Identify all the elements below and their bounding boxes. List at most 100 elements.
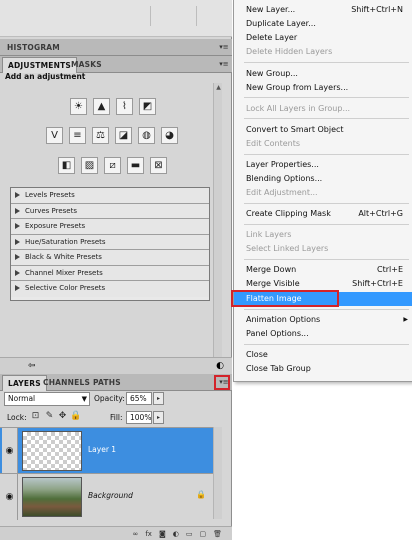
photo-filter-icon[interactable]: ◍ [138, 127, 155, 144]
expand-triangle-icon[interactable] [15, 238, 20, 245]
preset-label: Hue/Saturation Presets [25, 237, 106, 246]
panel-menu-icon[interactable]: ▾≡ [219, 60, 229, 69]
layer-name[interactable]: Layer 1 [88, 445, 116, 454]
menu-item-duplicate-layer[interactable]: Duplicate Layer... [234, 17, 412, 31]
menu-item-shortcut: Shift+Ctrl+E [352, 279, 403, 288]
new-adjustment-layer-icon[interactable]: ◐ [173, 530, 179, 538]
visibility-eye-icon[interactable]: ◉ [2, 428, 18, 474]
menu-item-label: Lock All Layers in Group... [246, 104, 351, 113]
adjustment-icon-row-1: ☀ ▲ ⌇ ◩ [70, 98, 156, 115]
expand-triangle-icon[interactable] [15, 285, 20, 291]
preset-selective-color[interactable]: Selective Color Presets [11, 281, 209, 297]
tab-masks[interactable]: MASKS [66, 57, 107, 73]
menu-item-close-tab-group[interactable]: Close Tab Group [234, 362, 412, 376]
preset-channel-mixer[interactable]: Channel Mixer Presets [11, 265, 209, 281]
lock-all-icon[interactable]: 🔒 [70, 411, 81, 422]
tab-paths[interactable]: PATHS [88, 375, 126, 391]
preset-hue-saturation[interactable]: Hue/Saturation Presets [11, 234, 209, 250]
color-balance-icon[interactable]: ⚖ [92, 127, 109, 144]
menu-item-new-group[interactable]: New Group... [234, 67, 412, 81]
preset-levels[interactable]: Levels Presets [11, 188, 209, 204]
threshold-icon[interactable]: ⧄ [104, 157, 121, 174]
new-group-icon[interactable]: ▭ [186, 530, 193, 538]
menu-item-label: Edit Adjustment... [246, 188, 318, 197]
vibrance-icon[interactable]: V [46, 127, 63, 144]
expand-triangle-icon[interactable] [15, 223, 20, 229]
preset-exposure[interactable]: Exposure Presets [11, 219, 209, 235]
menu-item-delete-layer[interactable]: Delete Layer [234, 31, 412, 45]
return-to-list-icon[interactable]: ⇦ [28, 361, 36, 371]
menu-item-label: Panel Options... [246, 329, 309, 338]
lock-pixels-icon[interactable]: ✎ [44, 411, 55, 422]
fill-input[interactable]: 100% [126, 411, 152, 424]
lock-position-icon[interactable]: ✥ [57, 411, 68, 422]
menu-separator [244, 62, 409, 63]
lock-row: Lock: ⊡ ✎ ✥ 🔒 Fill: 100% ▸ [0, 409, 232, 427]
posterize-icon[interactable]: ▨ [81, 157, 98, 174]
menu-item-edit-contents: Edit Contents [234, 137, 412, 151]
layer-thumbnail [22, 431, 82, 471]
scroll-up-icon[interactable]: ▲ [215, 84, 222, 91]
layer-row[interactable]: ◉ Layer 1 [0, 427, 218, 474]
invert-icon[interactable]: ◧ [58, 157, 75, 174]
view-options-icon[interactable]: ◐ [216, 361, 224, 371]
visibility-eye-icon[interactable]: ◉ [2, 474, 18, 520]
channel-mixer-icon[interactable]: ◕ [161, 127, 178, 144]
dock-separator [150, 6, 151, 26]
brightness-contrast-icon[interactable]: ☀ [70, 98, 87, 115]
expand-triangle-icon[interactable] [15, 269, 20, 276]
gradient-map-icon[interactable]: ▬ [127, 157, 144, 174]
menu-item-merge-visible[interactable]: Merge Visible Shift+Ctrl+E [234, 277, 412, 291]
layer-row[interactable]: ◉ Background 🔒 [0, 473, 218, 520]
black-white-icon[interactable]: ◪ [115, 127, 132, 144]
layers-scrollbar[interactable] [213, 427, 222, 519]
layer-style-icon[interactable]: fx [145, 530, 152, 538]
expand-triangle-icon[interactable] [15, 207, 20, 214]
layers-footer: ∞ fx ◙ ◐ ▭ ▢ 🗑 [0, 526, 232, 540]
menu-item-label: Create Clipping Mask [246, 209, 331, 218]
blend-mode-value: Normal [8, 394, 36, 403]
histogram-tabbar: HISTOGRAM ▾≡ [0, 39, 232, 56]
menu-item-lock-all-layers: Lock All Layers in Group... [234, 102, 412, 116]
tab-histogram[interactable]: HISTOGRAM [2, 40, 65, 56]
preset-black-white[interactable]: Black & White Presets [11, 250, 209, 266]
adjustments-scrollbar[interactable]: ▲ ▼ [213, 83, 222, 369]
lock-transparency-icon[interactable]: ⊡ [30, 411, 41, 422]
levels-icon[interactable]: ▲ [93, 98, 110, 115]
adjustments-footer: ⇦ ◐ [0, 357, 232, 375]
menu-item-shortcut: Ctrl+E [377, 265, 403, 274]
link-layers-icon[interactable]: ∞ [133, 530, 139, 538]
menu-item-create-clipping-mask[interactable]: Create Clipping Mask Alt+Ctrl+G [234, 207, 412, 221]
menu-item-merge-down[interactable]: Merge Down Ctrl+E [234, 263, 412, 277]
menu-item-new-layer[interactable]: New Layer... Shift+Ctrl+N [234, 3, 412, 17]
blend-mode-select[interactable]: Normal ▼ [4, 392, 90, 406]
menu-item-label: Duplicate Layer... [246, 19, 316, 28]
curves-icon[interactable]: ⌇ [116, 98, 133, 115]
expand-triangle-icon[interactable] [15, 254, 20, 260]
opacity-slider-toggle-icon[interactable]: ▸ [153, 392, 164, 405]
expand-triangle-icon[interactable] [15, 192, 20, 198]
layer-name[interactable]: Background [88, 491, 133, 500]
menu-item-close[interactable]: Close [234, 348, 412, 362]
menu-item-convert-smart-object[interactable]: Convert to Smart Object [234, 123, 412, 137]
opacity-input[interactable]: 65% [126, 392, 152, 405]
preset-curves[interactable]: Curves Presets [11, 203, 209, 219]
fill-slider-toggle-icon[interactable]: ▸ [153, 411, 164, 424]
selective-color-icon[interactable]: ⊠ [150, 157, 167, 174]
preset-label: Selective Color Presets [25, 284, 106, 292]
panel-menu-icon[interactable]: ▾≡ [219, 43, 229, 52]
trash-icon[interactable]: 🗑 [213, 530, 222, 538]
menu-item-layer-properties[interactable]: Layer Properties... [234, 158, 412, 172]
layer-thumbnail [22, 477, 82, 517]
menu-item-animation-options[interactable]: Animation Options ▶ [234, 313, 412, 327]
menu-item-label: Link Layers [246, 230, 292, 239]
menu-item-blending-options[interactable]: Blending Options... [234, 172, 412, 186]
exposure-icon[interactable]: ◩ [139, 98, 156, 115]
menu-item-new-group-from-layers[interactable]: New Group from Layers... [234, 81, 412, 95]
menu-item-panel-options[interactable]: Panel Options... [234, 327, 412, 341]
add-mask-icon[interactable]: ◙ [159, 530, 166, 538]
new-layer-icon[interactable]: ▢ [199, 530, 206, 538]
menu-separator [244, 97, 409, 98]
hue-saturation-icon[interactable]: ≡ [69, 127, 86, 144]
tab-channels[interactable]: CHANNELS [38, 375, 95, 391]
